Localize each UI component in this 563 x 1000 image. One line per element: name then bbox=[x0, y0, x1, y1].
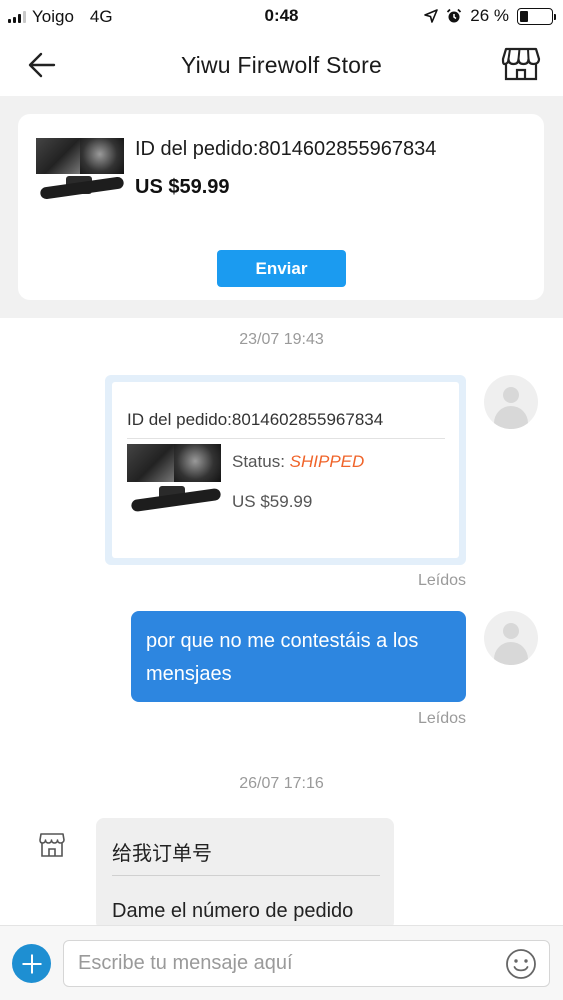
order-message-card[interactable]: ID del pedido:8014602855967834 Status: S… bbox=[105, 375, 466, 565]
avatar bbox=[484, 375, 538, 429]
read-receipt: Leídos bbox=[417, 572, 466, 589]
emoji-icon[interactable] bbox=[505, 948, 537, 980]
message-input[interactable] bbox=[63, 940, 550, 987]
battery-icon bbox=[517, 7, 556, 25]
send-order-button[interactable]: Enviar bbox=[217, 250, 346, 287]
nav-bar: Yiwu Firewolf Store bbox=[0, 34, 563, 96]
product-thumbnail[interactable] bbox=[36, 138, 125, 218]
order-card: ID del pedido:8014602855967834 US $59.99… bbox=[18, 114, 544, 300]
store-message-line: 给我订单号 bbox=[112, 843, 212, 865]
battery-level bbox=[520, 10, 528, 22]
store-message-line: Dame el número de pedido bbox=[112, 900, 354, 922]
battery-percent: 26 % bbox=[470, 6, 509, 25]
chat-timestamp: 23/07 19:43 bbox=[239, 331, 324, 348]
status-bar: Yoigo 4G 0:48 26 % bbox=[0, 0, 563, 34]
avatar bbox=[484, 611, 538, 665]
chat-timestamp: 26/07 17:16 bbox=[239, 775, 324, 792]
divider bbox=[127, 438, 445, 439]
order-status-value: SHIPPED bbox=[289, 452, 365, 471]
store-message-bubble: 给我订单号 Dame el número de pedido bbox=[96, 818, 394, 930]
status-right: 26 % bbox=[424, 6, 556, 26]
store-icon bbox=[39, 833, 65, 857]
read-receipt: Leídos bbox=[417, 710, 466, 727]
order-status-label: Status: bbox=[232, 452, 290, 471]
message-input-bar bbox=[0, 925, 563, 1000]
plus-icon[interactable] bbox=[12, 944, 51, 983]
order-message-body: ID del pedido:8014602855967834 Status: S… bbox=[112, 382, 459, 558]
store-icon[interactable] bbox=[501, 46, 541, 82]
order-message-id: ID del pedido:8014602855967834 bbox=[127, 410, 384, 429]
page-title: Yiwu Firewolf Store bbox=[180, 51, 383, 78]
user-message-bubble: por que no me contestáis a los mensjaes bbox=[131, 611, 466, 702]
order-summary-area: ID del pedido:8014602855967834 US $59.99… bbox=[0, 96, 563, 318]
alarm-icon bbox=[447, 8, 462, 23]
order-price: US $59.99 bbox=[135, 176, 230, 198]
product-thumbnail bbox=[127, 444, 222, 536]
back-arrow-icon[interactable] bbox=[22, 48, 62, 82]
order-status: Status: SHIPPED bbox=[232, 452, 364, 472]
order-id: ID del pedido:8014602855967834 bbox=[135, 138, 437, 160]
location-arrow-icon bbox=[424, 9, 439, 23]
order-message-price: US $59.99 bbox=[232, 492, 313, 511]
divider bbox=[112, 875, 380, 876]
